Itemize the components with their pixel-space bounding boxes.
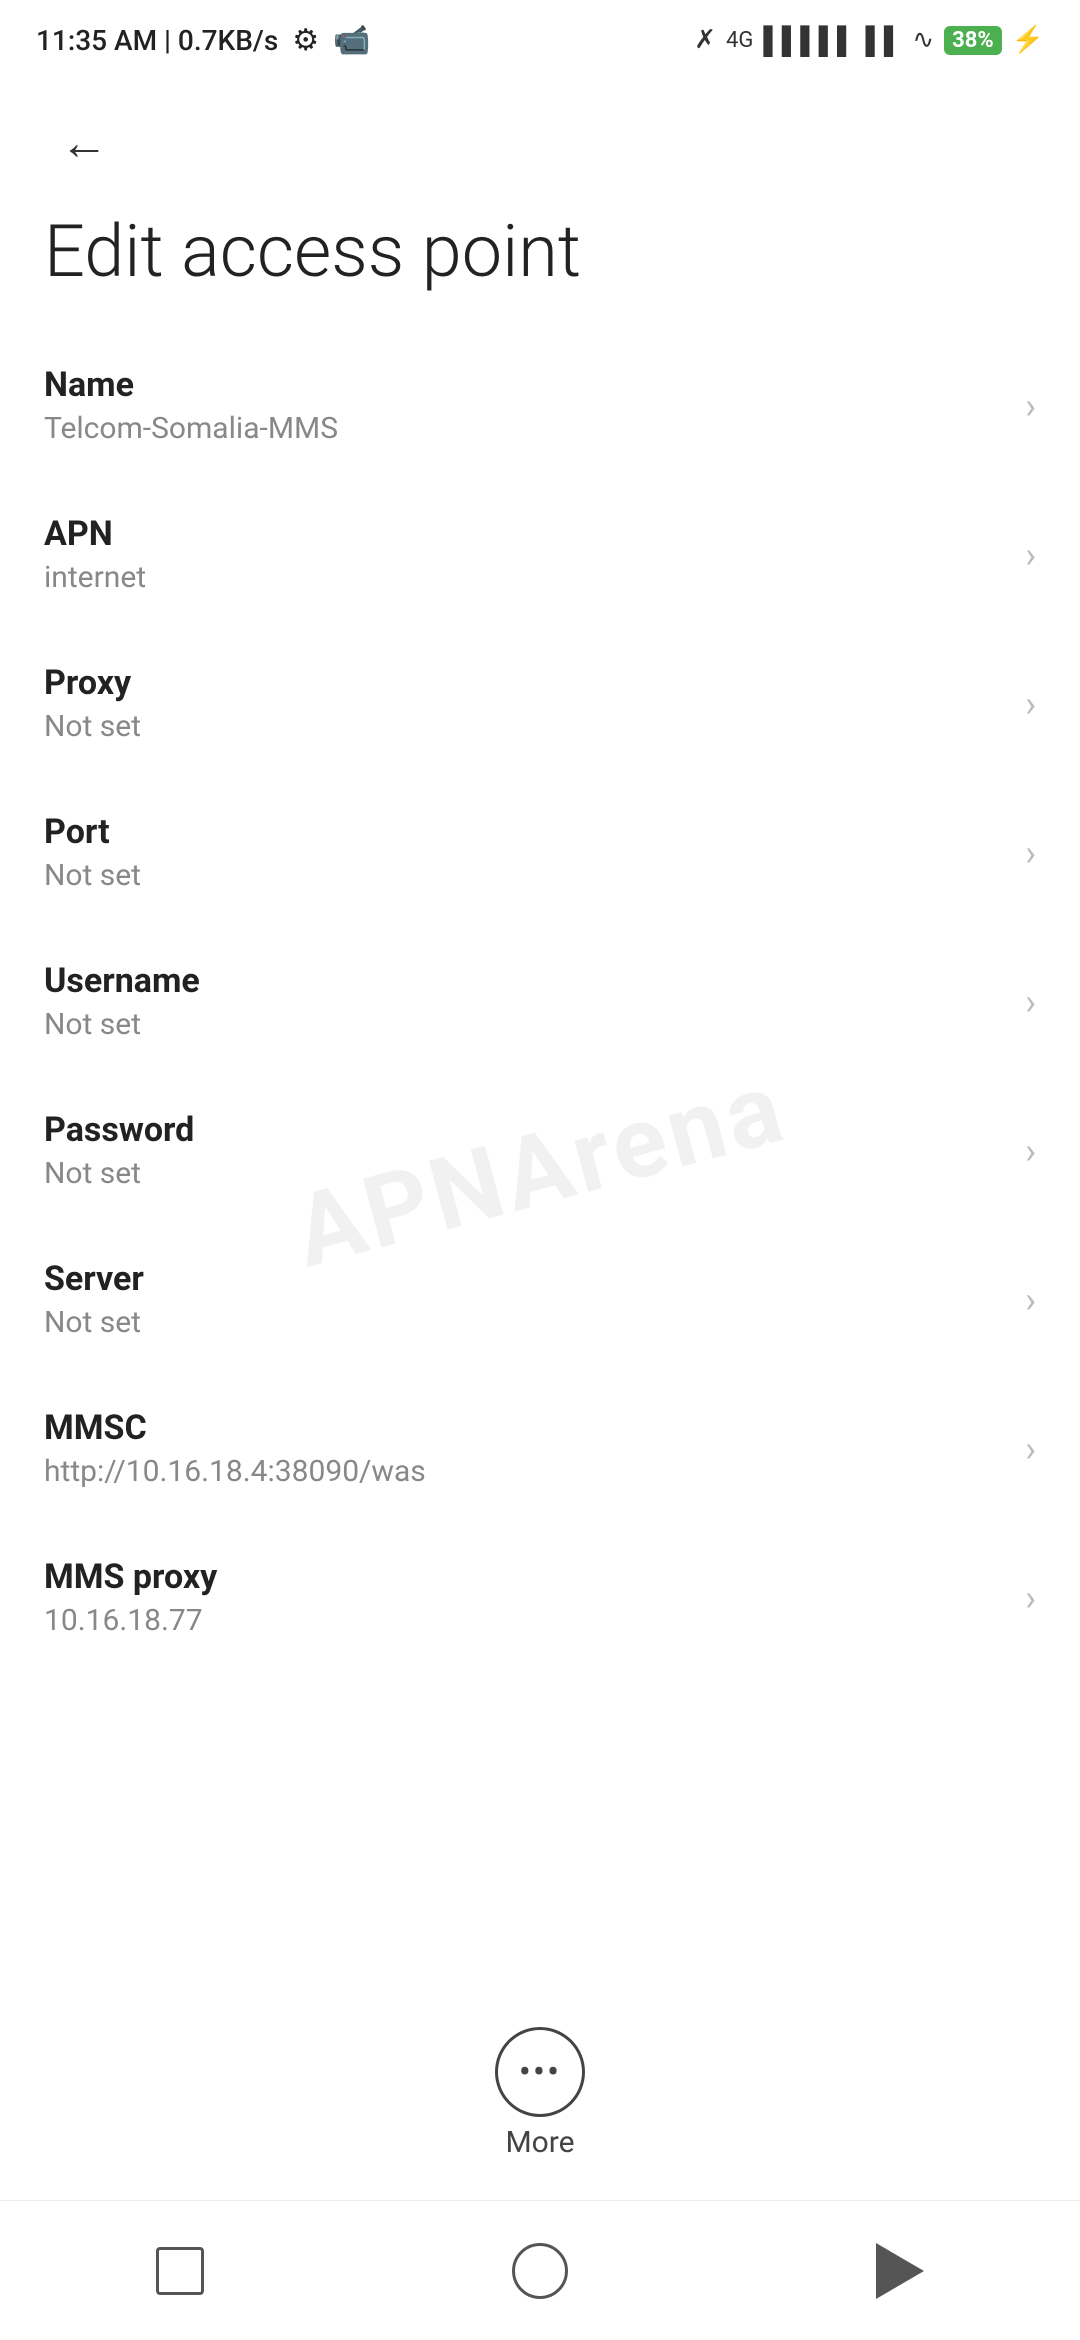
name-label: Name (44, 365, 1005, 405)
bottom-nav (0, 2200, 1080, 2340)
mmsc-chevron: › (1025, 1428, 1036, 1470)
recent-apps-button[interactable] (140, 2231, 220, 2311)
mms-proxy-item[interactable]: MMS proxy 10.16.18.77 › (44, 1523, 1036, 1672)
port-chevron: › (1025, 832, 1036, 874)
mmsc-value: http://10.16.18.4:38090/was (44, 1454, 1005, 1489)
password-value: Not set (44, 1156, 1005, 1191)
back-button[interactable]: ← (44, 102, 124, 182)
mmsc-label: MMSC (44, 1408, 1005, 1448)
status-time-speed: 11:35 AM | 0.7KB/s ⚙ 📹 (36, 23, 371, 58)
recent-apps-icon (156, 2247, 204, 2295)
apn-chevron: › (1025, 534, 1036, 576)
port-item[interactable]: Port Not set › (44, 778, 1036, 927)
mms-proxy-label: MMS proxy (44, 1557, 1005, 1597)
password-item[interactable]: Password Not set › (44, 1076, 1036, 1225)
time-display: 11:35 AM | 0.7KB/s (36, 24, 278, 57)
proxy-item[interactable]: Proxy Not set › (44, 629, 1036, 778)
proxy-value: Not set (44, 709, 1005, 744)
more-label: More (505, 2125, 574, 2160)
username-item[interactable]: Username Not set › (44, 927, 1036, 1076)
port-value: Not set (44, 858, 1005, 893)
apn-item[interactable]: APN internet › (44, 480, 1036, 629)
home-icon (512, 2243, 568, 2299)
home-button[interactable] (500, 2231, 580, 2311)
more-button[interactable]: ••• More (495, 2027, 585, 2160)
more-dots-icon: ••• (519, 2054, 561, 2090)
name-item[interactable]: Name Telcom-Somalia-MMS › (44, 331, 1036, 480)
mmsc-item[interactable]: MMSC http://10.16.18.4:38090/was › (44, 1374, 1036, 1523)
charging-icon: ⚡ (1012, 25, 1044, 55)
port-label: Port (44, 812, 1005, 852)
back-nav-button[interactable] (860, 2231, 940, 2311)
proxy-chevron: › (1025, 683, 1036, 725)
server-chevron: › (1025, 1279, 1036, 1321)
signal-bars-icon: ▌▌▌▌▌ (763, 25, 855, 56)
username-value: Not set (44, 1007, 1005, 1042)
mms-proxy-value: 10.16.18.77 (44, 1603, 1005, 1638)
username-label: Username (44, 961, 1005, 1001)
password-chevron: › (1025, 1130, 1036, 1172)
signal-bars2-icon: ▌▌ (865, 25, 902, 56)
status-icons: ✗ 4G ▌▌▌▌▌ ▌▌ ∿ 38 % ⚡ (694, 25, 1044, 56)
bluetooth-icon: ✗ (694, 25, 716, 55)
back-nav-icon (876, 2243, 924, 2299)
status-bar: 11:35 AM | 0.7KB/s ⚙ 📹 ✗ 4G ▌▌▌▌▌ ▌▌ ∿ 3… (0, 0, 1080, 72)
server-label: Server (44, 1259, 1005, 1299)
apn-label: APN (44, 514, 1005, 554)
battery-indicator: 38 % (944, 26, 1002, 55)
mms-proxy-chevron: › (1025, 1577, 1036, 1619)
proxy-label: Proxy (44, 663, 1005, 703)
server-item[interactable]: Server Not set › (44, 1225, 1036, 1374)
name-chevron: › (1025, 385, 1036, 427)
server-value: Not set (44, 1305, 1005, 1340)
settings-list: Name Telcom-Somalia-MMS › APN internet ›… (0, 331, 1080, 1672)
signal-4g-icon: 4G (726, 28, 753, 53)
name-value: Telcom-Somalia-MMS (44, 411, 1005, 446)
apn-value: internet (44, 560, 1005, 595)
back-row: ← (0, 72, 1080, 192)
username-chevron: › (1025, 981, 1036, 1023)
wifi-icon: ∿ (912, 25, 934, 55)
page-title: Edit access point (0, 192, 1080, 331)
camera-icon: 📹 (333, 23, 370, 58)
password-label: Password (44, 1110, 1005, 1150)
settings-icon: ⚙ (292, 23, 319, 58)
